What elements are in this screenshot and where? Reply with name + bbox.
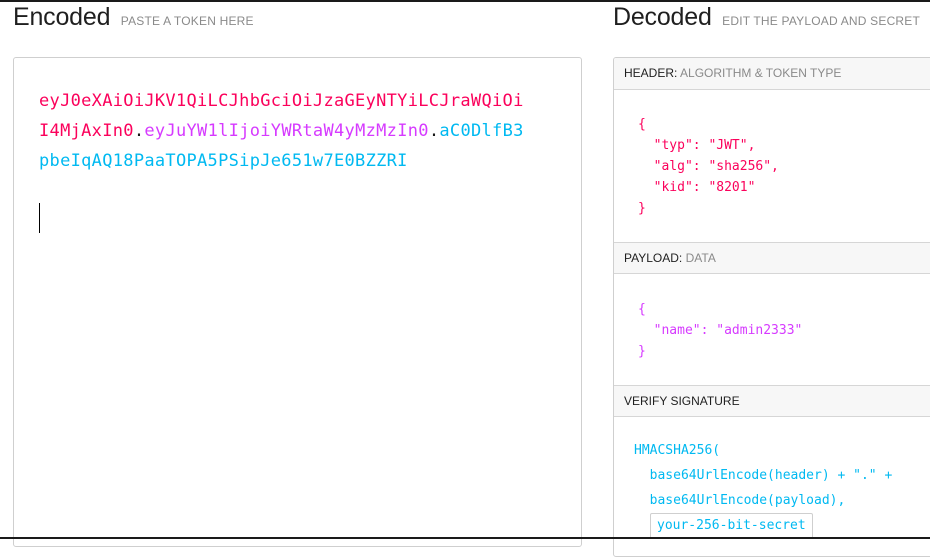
header-label: HEADER: bbox=[624, 66, 678, 80]
verify-signature-code: HMACSHA256( base64UrlEncode(header) + ".… bbox=[634, 438, 892, 539]
text-caret bbox=[39, 203, 40, 233]
token-payload-part: eyJuYW1lIjoiYWRtaW4yMzMzIn0 bbox=[144, 121, 429, 141]
verify-label: VERIFY SIGNATURE bbox=[624, 394, 740, 408]
verify-line-1: HMACSHA256( bbox=[634, 443, 721, 458]
decoded-title: Decoded bbox=[613, 3, 712, 31]
token-separator: . bbox=[133, 121, 145, 141]
payload-label: PAYLOAD: bbox=[624, 251, 683, 265]
decoded-heading: Decoded EDIT THE PAYLOAD AND SECRET bbox=[613, 3, 920, 32]
payload-section-title: PAYLOAD: DATA bbox=[614, 242, 930, 274]
verify-line-2: base64UrlEncode(header) + "." + bbox=[634, 468, 893, 483]
payload-json-editor[interactable]: { "name": "admin2333" } bbox=[638, 299, 802, 362]
verify-section-title: VERIFY SIGNATURE bbox=[614, 385, 930, 417]
verify-line-4: your-256-bit-secret bbox=[634, 513, 892, 539]
top-border bbox=[0, 0, 930, 2]
header-section-title: HEADER: ALGORITHM & TOKEN TYPE bbox=[614, 58, 930, 90]
token-separator: . bbox=[428, 121, 440, 141]
encoded-subtitle: PASTE A TOKEN HERE bbox=[120, 14, 254, 28]
token-text[interactable]: eyJ0eXAiOiJKV1QiLCJhbGciOiJzaGEyNTYiLCJr… bbox=[39, 86, 529, 176]
encoded-token-editor[interactable]: eyJ0eXAiOiJKV1QiLCJhbGciOiJzaGEyNTYiLCJr… bbox=[13, 57, 582, 547]
verify-line-3: base64UrlEncode(payload), bbox=[634, 493, 846, 508]
header-description: ALGORITHM & TOKEN TYPE bbox=[680, 66, 842, 80]
payload-description: DATA bbox=[685, 251, 716, 265]
secret-input[interactable]: your-256-bit-secret bbox=[650, 513, 813, 539]
decoded-panel: HEADER: ALGORITHM & TOKEN TYPE { "typ": … bbox=[613, 57, 930, 557]
encoded-title: Encoded bbox=[13, 3, 111, 31]
decoded-subtitle: EDIT THE PAYLOAD AND SECRET bbox=[722, 14, 921, 28]
encoded-heading: Encoded PASTE A TOKEN HERE bbox=[13, 3, 254, 32]
header-json-editor[interactable]: { "typ": "JWT", "alg": "sha256", "kid": … bbox=[638, 114, 779, 219]
